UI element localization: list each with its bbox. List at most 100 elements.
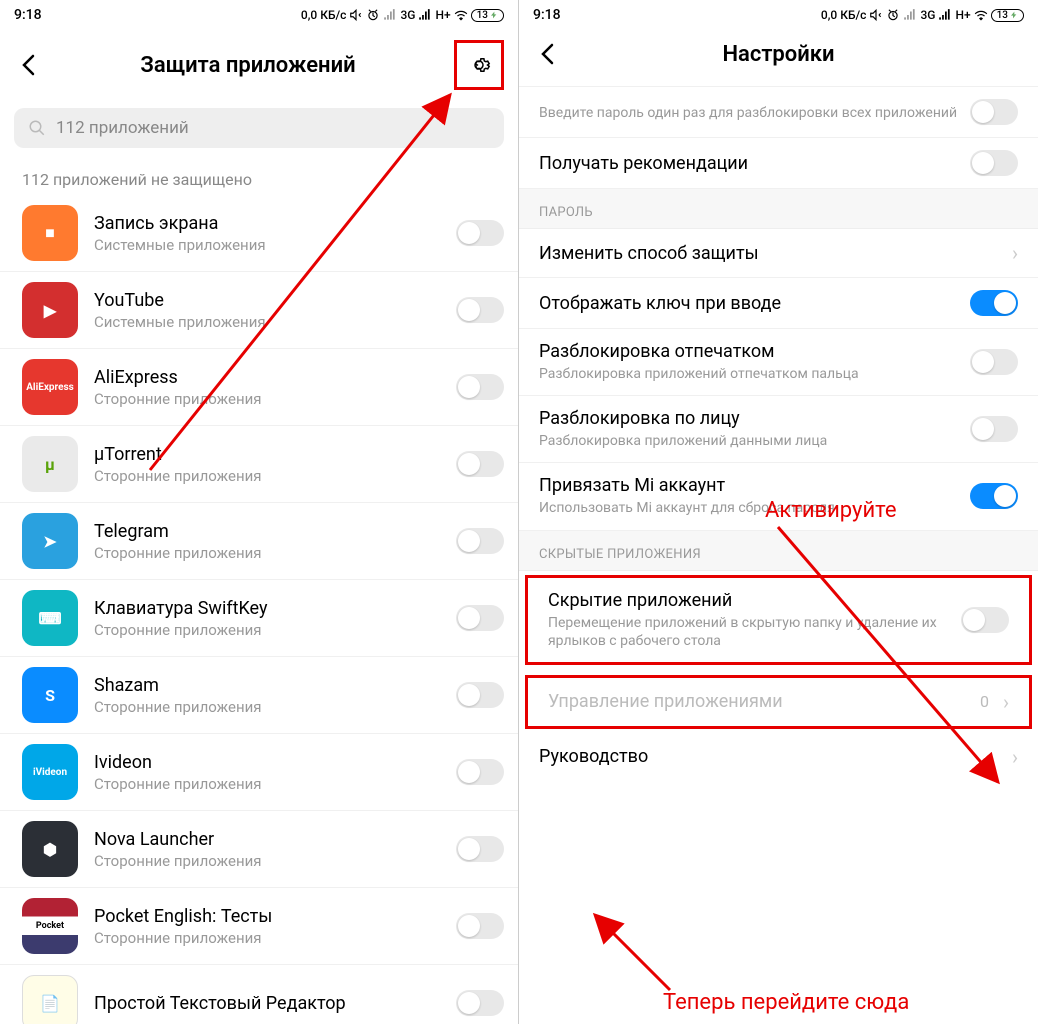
app-name: Pocket English: Тесты [94, 906, 440, 927]
app-sub: Сторонние приложения [94, 852, 440, 870]
signal2-icon [418, 8, 432, 22]
app-icon: 📄 [22, 975, 78, 1024]
app-icon: AliExpress [22, 359, 78, 415]
toggle-fingerprint[interactable] [970, 349, 1018, 375]
app-list: ■Запись экранаСистемные приложения ▶ YouTu… [0, 195, 518, 1024]
app-sub: Системные приложения [94, 236, 440, 254]
toggle-hide-apps[interactable] [961, 607, 1009, 633]
app-row[interactable]: ■Запись экранаСистемные приложения [0, 195, 518, 272]
toggle-app-lock[interactable] [456, 220, 504, 246]
status-time: 9:18 [533, 7, 561, 23]
search-icon [28, 119, 46, 137]
toggle-app-lock[interactable] [456, 374, 504, 400]
status-bar: 9:18 0,0 КБ/с 3G H+ 13 [519, 0, 1038, 30]
setting-face-unlock[interactable]: Разблокировка по лицу Разблокировка прил… [519, 396, 1038, 463]
app-sub: Сторонние приложения [94, 467, 440, 485]
app-row[interactable]: ▶ YouTube Системные приложения [0, 272, 518, 349]
app-name: Простой Текстовый Редактор [94, 993, 440, 1014]
setting-hide-apps[interactable]: Скрытие приложений Перемещение приложени… [525, 575, 1032, 665]
settings-button[interactable] [454, 40, 504, 90]
setting-guide[interactable]: Руководство › [519, 733, 1038, 781]
status-data: 0,0 КБ/с [301, 8, 347, 22]
app-name: µTorrent [94, 444, 440, 465]
toggle-mi-account[interactable] [970, 483, 1018, 509]
toggle-app-lock[interactable] [456, 605, 504, 631]
app-name: Telegram [94, 521, 440, 542]
app-row[interactable]: AliExpress AliExpress Сторонние приложения [0, 349, 518, 426]
status-net2: H+ [435, 8, 450, 22]
page-title: Настройки [561, 42, 996, 67]
setting-manage-apps[interactable]: Управление приложениями 0 › [525, 675, 1032, 729]
toggle-app-lock[interactable] [456, 451, 504, 477]
battery-icon: 13 [991, 9, 1024, 22]
app-row[interactable]: ➤TelegramСторонние приложения [0, 503, 518, 580]
toggle-app-lock[interactable] [456, 759, 504, 785]
chevron-right-icon: › [1012, 241, 1018, 265]
app-name: Shazam [94, 675, 440, 696]
setting-recommendations[interactable]: Получать рекомендации [519, 138, 1038, 189]
app-row[interactable]: iVideonIvideonСторонние приложения [0, 734, 518, 811]
wifi-icon [974, 8, 988, 22]
wifi-icon [454, 8, 468, 22]
search-input[interactable]: 112 приложений [14, 108, 504, 148]
app-sub: Системные приложения [94, 313, 440, 331]
setting-fingerprint[interactable]: Разблокировка отпечатком Разблокировка п… [519, 329, 1038, 396]
signal1-icon [383, 8, 397, 22]
app-sub: Сторонние приложения [94, 621, 440, 639]
app-icon: iVideon [22, 744, 78, 800]
app-row[interactable]: ⌨ Клавиатура SwiftKey Сторонние приложения [0, 580, 518, 657]
app-row[interactable]: 📄 Простой Текстовый Редактор [0, 965, 518, 1024]
battery-icon: 13 [471, 9, 504, 22]
toggle-app-lock[interactable] [456, 682, 504, 708]
status-net1: 3G [400, 8, 415, 22]
alarm-icon [886, 8, 900, 22]
app-icon: Pocket [22, 898, 78, 954]
toggle-group-unlock[interactable] [970, 99, 1018, 125]
app-row[interactable]: µ µTorrent Сторонние приложения [0, 426, 518, 503]
signal2-icon [938, 8, 952, 22]
app-name: Ivideon [94, 752, 440, 773]
toggle-app-lock[interactable] [456, 990, 504, 1016]
app-name: AliExpress [94, 367, 440, 388]
section-hidden-apps: СКРЫТЫЕ ПРИЛОЖЕНИЯ [519, 531, 1038, 571]
section-unprotected: 112 приложений не защищено [0, 162, 518, 195]
toggle-app-lock[interactable] [456, 836, 504, 862]
app-row[interactable]: S Shazam Сторонние приложения [0, 657, 518, 734]
app-name: Клавиатура SwiftKey [94, 598, 440, 619]
alarm-icon [366, 8, 380, 22]
app-name: YouTube [94, 290, 440, 311]
chevron-right-icon: › [1012, 745, 1018, 769]
toggle-app-lock[interactable] [456, 528, 504, 554]
status-time: 9:18 [14, 7, 42, 23]
app-icon: ⌨ [22, 590, 78, 646]
app-icon: µ [22, 436, 78, 492]
toggle-recommendations[interactable] [970, 150, 1018, 176]
app-icon: ■ [22, 205, 78, 261]
mute-icon [869, 8, 883, 22]
status-bar: 9:18 0,0 КБ/с 3G H+ 13 [0, 0, 518, 30]
back-button[interactable] [14, 51, 42, 79]
app-icon: ▶ [22, 282, 78, 338]
setting-mi-account[interactable]: Привязать Mi аккаунт Использовать Mi акк… [519, 463, 1038, 530]
setting-change-method[interactable]: Изменить способ защиты › [519, 229, 1038, 278]
signal1-icon [903, 8, 917, 22]
gear-icon [467, 53, 491, 77]
toggle-app-lock[interactable] [456, 913, 504, 939]
app-icon: ⬢ [22, 821, 78, 877]
manage-count: 0 [980, 692, 989, 711]
app-icon: S [22, 667, 78, 723]
app-sub: Сторонние приложения [94, 390, 440, 408]
app-row[interactable]: ⬢ Nova Launcher Сторонние приложения [0, 811, 518, 888]
app-sub: Сторонние приложения [94, 698, 440, 716]
toggle-app-lock[interactable] [456, 297, 504, 323]
phone-right: 9:18 0,0 КБ/с 3G H+ 13 Настройки Введите… [519, 0, 1038, 1024]
toggle-show-key[interactable] [970, 290, 1018, 316]
page-title: Защита приложений [42, 53, 454, 78]
app-row[interactable]: PocketPocket English: ТестыСторонние при… [0, 888, 518, 965]
app-name: Nova Launcher [94, 829, 440, 850]
mute-icon [349, 8, 363, 22]
setting-group-unlock[interactable]: Введите пароль один раз для разблокировк… [519, 86, 1038, 138]
back-button[interactable] [533, 40, 561, 68]
toggle-face-unlock[interactable] [970, 416, 1018, 442]
setting-show-key[interactable]: Отображать ключ при вводе [519, 278, 1038, 329]
